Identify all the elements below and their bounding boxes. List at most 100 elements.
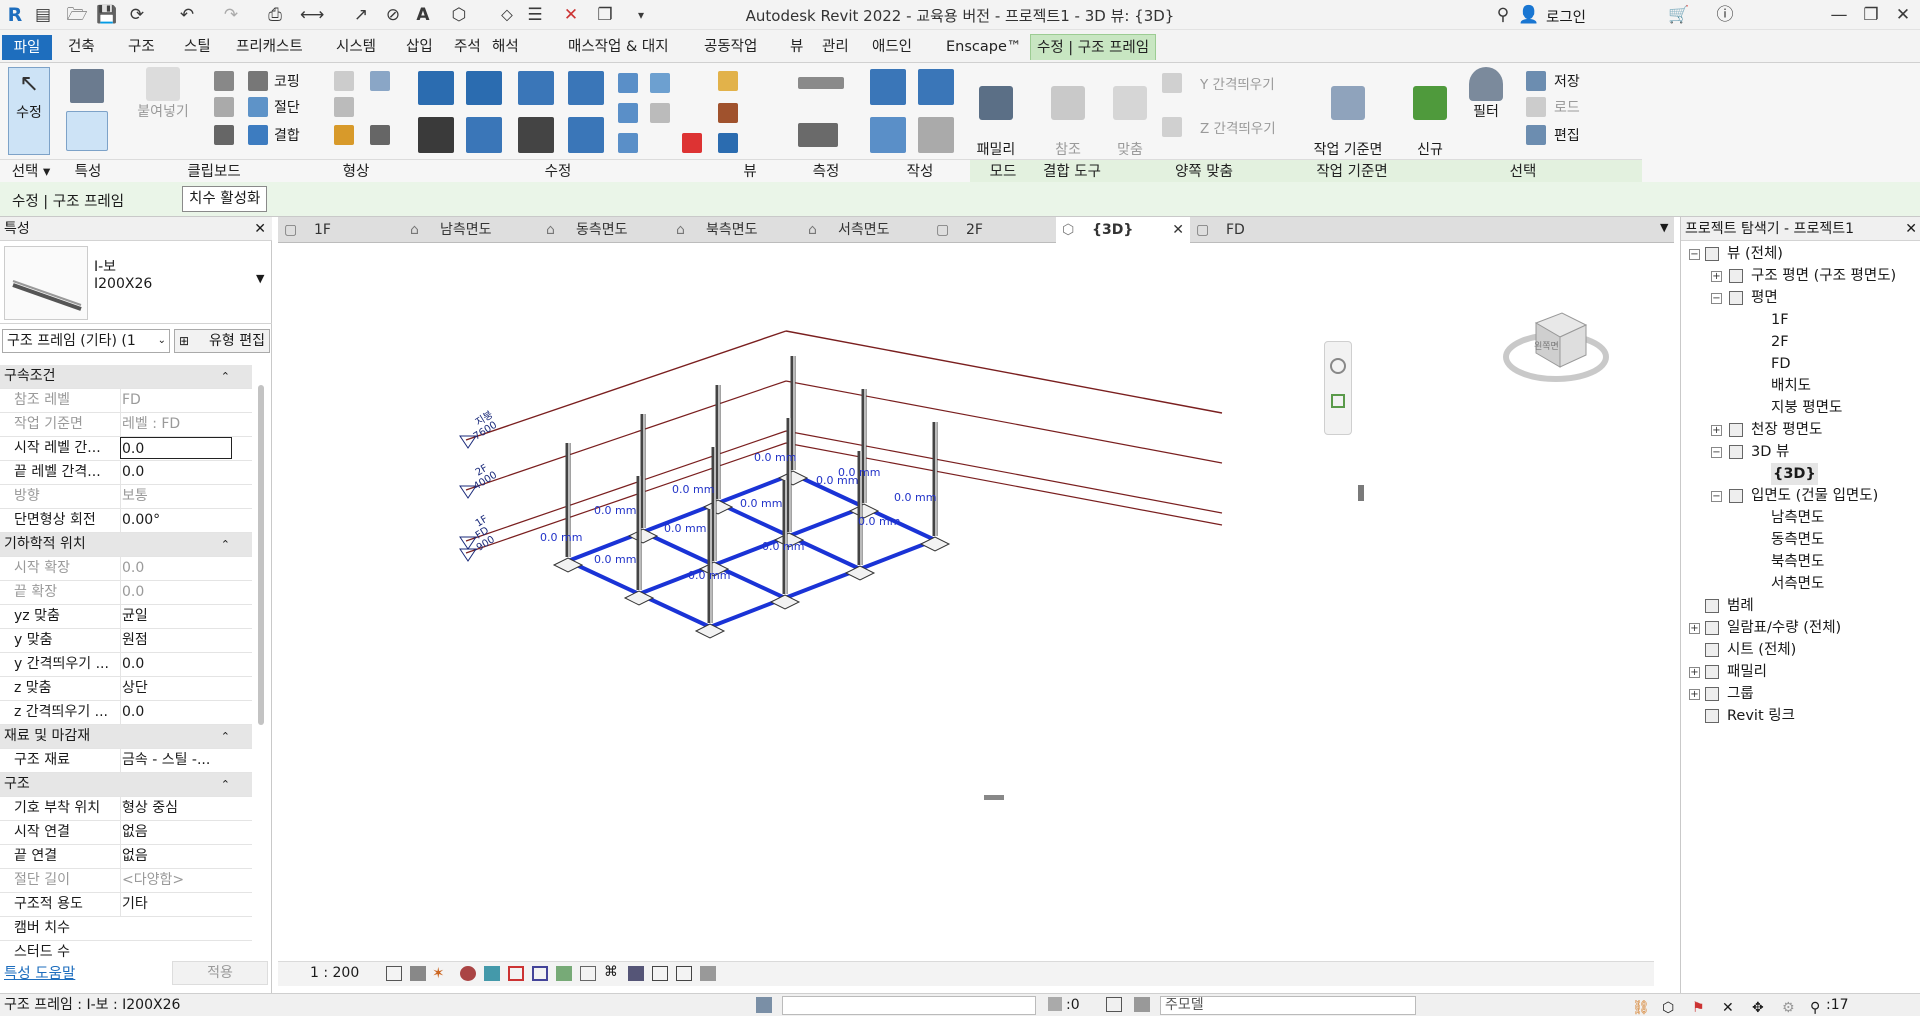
dimension-label[interactable]: 0.0 mm — [762, 540, 804, 553]
properties-help-link[interactable]: 특성 도움말 — [4, 962, 75, 983]
help-icon[interactable]: ⓘ — [1714, 4, 1736, 26]
close-view-tab-icon[interactable]: ✕ — [1172, 217, 1184, 243]
tab-9[interactable]: 매스작업 & 대지 — [562, 34, 675, 60]
z-offset-icon[interactable] — [1162, 117, 1182, 137]
type-selector[interactable]: I-보 I200X26 ▼ — [0, 242, 272, 324]
z-offset-button[interactable]: Z 간격띄우기 — [1200, 117, 1276, 137]
browser-item[interactable]: 서측면도 — [1771, 573, 1824, 595]
expand-icon[interactable]: + — [1689, 667, 1700, 678]
tab-7[interactable]: 주석 — [448, 34, 487, 60]
footing[interactable] — [694, 623, 726, 639]
property-value[interactable]: <다양함> — [120, 869, 232, 892]
property-value[interactable]: 원점 — [120, 629, 232, 652]
edit-selection-icon[interactable] — [1526, 125, 1546, 145]
properties-scrollbar[interactable] — [258, 385, 264, 725]
property-row[interactable]: 끝 레벨 간격... 0.0 — [0, 461, 252, 485]
property-value[interactable]: 0.0 — [120, 653, 232, 676]
browser-item[interactable]: 지붕 평면도 — [1771, 397, 1842, 419]
model-graphics[interactable]: 지붕76002F40001FFD-900 0.0 mm0.0 mm0.0 mm0.… — [278, 243, 1654, 961]
browser-item[interactable]: 뷰 (전체) — [1727, 243, 1783, 265]
cope-button[interactable]: 코핑 — [274, 71, 300, 91]
property-section[interactable]: 구조 ⌃ — [0, 773, 252, 797]
browser-item[interactable]: FD — [1771, 353, 1791, 375]
view-3d-canvas[interactable]: 지붕 7600 2F 4000 1F FD -900 0.0 mm 0.0 mm 0.0 mm 0.… — [278, 243, 1654, 961]
tab-list-dropdown-icon[interactable]: ▼ — [1660, 221, 1668, 234]
search-binoculars-icon[interactable]: ⚲ — [1492, 4, 1514, 26]
unpin-icon[interactable] — [650, 103, 670, 123]
property-row[interactable]: 단면형상 회전 0.00° — [0, 509, 252, 533]
browser-item[interactable]: 시트 (전체) — [1727, 639, 1796, 661]
collapse-icon[interactable]: ⌃ — [221, 365, 230, 388]
reveal-hidden-icon[interactable]: ⌘ — [604, 964, 618, 980]
measure-between-icon[interactable] — [798, 77, 844, 89]
browser-item[interactable]: 구조 평면 (구조 평면도) — [1751, 265, 1896, 287]
create-similar-icon[interactable] — [870, 69, 906, 105]
footing[interactable] — [844, 565, 876, 581]
rotate-icon[interactable] — [518, 117, 554, 153]
workset-icon[interactable] — [756, 997, 772, 1013]
join-button[interactable]: 결합 — [274, 125, 300, 145]
property-row[interactable]: 구조적 용도 기타 — [0, 893, 252, 917]
instance-filter-dropdown[interactable]: 구조 프레임 (기타) (1 ⌄ — [2, 329, 170, 353]
activate-dimensions-button[interactable]: 치수 활성화 — [182, 186, 268, 212]
dimension-label[interactable]: 0.0 mm — [540, 531, 582, 544]
view-tab-3[interactable]: ⌂ 북측면도 — [670, 217, 802, 243]
collapse-icon[interactable]: − — [1711, 447, 1722, 458]
filter-button[interactable]: 필터 — [1462, 67, 1510, 122]
property-section[interactable]: 재료 및 마감재 ⌃ — [0, 725, 252, 749]
save-selection-icon[interactable] — [1526, 71, 1546, 91]
create-assembly-icon[interactable] — [918, 117, 954, 153]
show-crop-icon[interactable] — [532, 966, 548, 981]
minimize-icon[interactable]: — — [1828, 4, 1850, 26]
offset-icon[interactable] — [466, 71, 502, 105]
property-row[interactable]: z 맞춤 상단 — [0, 677, 252, 701]
login-label[interactable]: 로그인 — [1546, 6, 1586, 27]
close-properties-icon[interactable]: ✕ — [254, 217, 266, 241]
expand-icon[interactable]: + — [1689, 623, 1700, 634]
footing[interactable] — [627, 528, 659, 544]
expand-icon[interactable]: + — [1711, 425, 1722, 436]
property-row[interactable]: y 맞춤 원점 — [0, 629, 252, 653]
main-model-dropdown[interactable]: 주모델 — [1160, 996, 1416, 1015]
cut-geometry-button[interactable]: 절단 — [274, 97, 300, 117]
tab-4[interactable]: 프리캐스트 — [230, 34, 309, 60]
copy-icon[interactable] — [214, 97, 234, 117]
thin-icon[interactable] — [718, 133, 738, 153]
match-icon[interactable] — [214, 125, 234, 145]
footing[interactable] — [769, 594, 801, 610]
property-value[interactable]: 0.0 — [120, 461, 232, 484]
workset-dropdown[interactable] — [782, 996, 1036, 1015]
wall-joins-icon[interactable] — [334, 97, 354, 117]
highlight-icon[interactable] — [652, 966, 668, 981]
cart-icon[interactable]: 🛒 — [1668, 4, 1690, 26]
property-row[interactable]: 스터드 수 — [0, 941, 252, 961]
cope-icon[interactable] — [248, 71, 268, 91]
mirror-axis-icon[interactable] — [518, 71, 554, 105]
dimension-label[interactable]: 0.0 mm — [754, 451, 796, 464]
align-icon[interactable] — [418, 71, 454, 105]
collapse-icon[interactable]: − — [1711, 293, 1722, 304]
dimension-label[interactable]: 0.0 mm — [858, 515, 900, 528]
browser-item[interactable]: 2F — [1771, 331, 1789, 353]
view-tab-7[interactable]: ▢ FD — [1190, 217, 1330, 243]
view-tab-4[interactable]: ⌂ 서측면도 — [802, 217, 930, 243]
dimension-tool-icon[interactable] — [798, 123, 838, 147]
create-group-icon[interactable] — [918, 69, 954, 105]
browser-item[interactable]: 범례 — [1727, 595, 1754, 617]
analytical-model-icon[interactable] — [628, 966, 644, 981]
property-value[interactable]: 상단 — [120, 677, 232, 700]
load-selection-button[interactable]: 로드 — [1554, 97, 1580, 117]
property-section[interactable]: 기하학적 위치 ⌃ — [0, 533, 252, 557]
properties-icon[interactable] — [66, 111, 108, 151]
property-value[interactable]: 레벨 : FD — [120, 413, 232, 436]
shadows-icon[interactable] — [460, 966, 476, 981]
view-tab-6[interactable]: ⬡ {3D} ✕ — [1056, 217, 1190, 243]
y-offset-icon[interactable] — [1162, 73, 1182, 93]
property-value[interactable]: 기타 — [120, 893, 232, 916]
browser-item[interactable]: Revit 링크 — [1727, 705, 1795, 727]
move-icon[interactable] — [418, 117, 454, 153]
tab-5[interactable]: 시스템 — [330, 34, 382, 60]
dimension-label[interactable]: 0.0 mm — [894, 491, 936, 504]
cut-geometry-icon[interactable] — [248, 97, 268, 117]
hide-icon[interactable] — [718, 71, 738, 91]
